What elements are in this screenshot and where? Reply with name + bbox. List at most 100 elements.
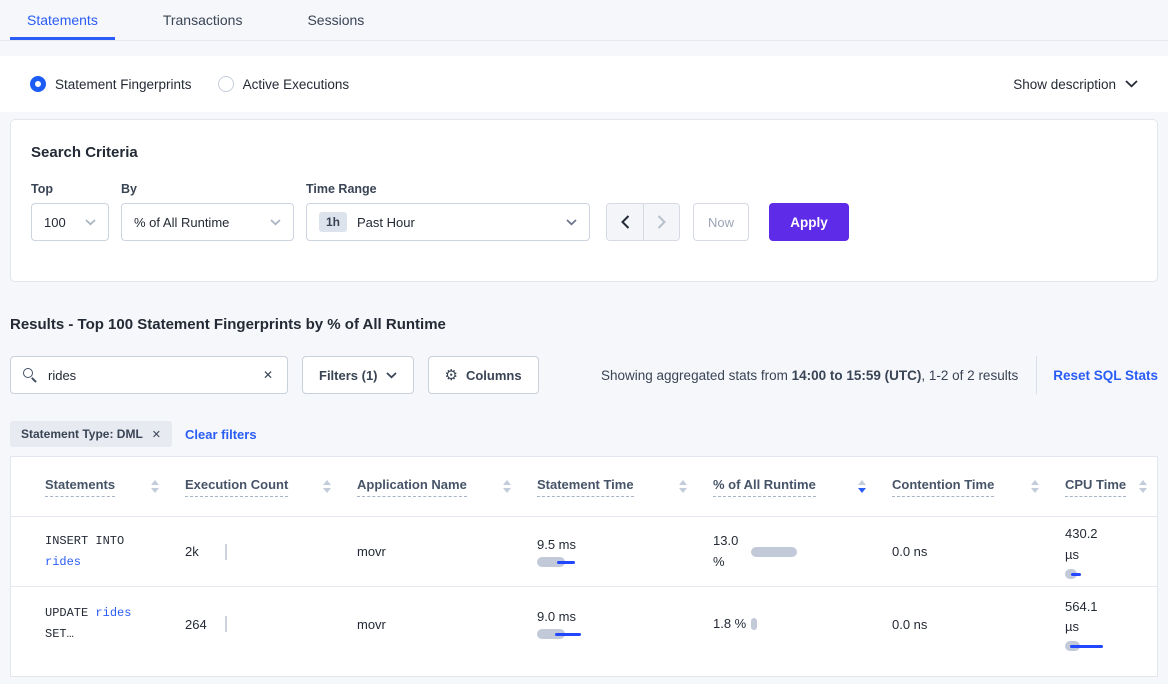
columns-button-label: Columns	[466, 368, 522, 383]
filters-button[interactable]: Filters (1)	[302, 356, 414, 394]
column-header-contention-time[interactable]: Contention Time	[892, 477, 1065, 497]
chevron-left-icon	[621, 215, 630, 229]
column-header-application-name[interactable]: Application Name	[357, 477, 537, 497]
execution-count-bar	[225, 544, 227, 560]
clear-search-icon[interactable]: ✕	[261, 366, 275, 384]
sql-activity-tabbar: Statements Transactions Sessions	[0, 0, 1168, 41]
results-toolbar: ✕ Filters (1) ⚙ Columns Showing aggregat…	[10, 356, 1158, 394]
radio-statement-fingerprints[interactable]: Statement Fingerprints	[30, 76, 192, 92]
pct-runtime-bar	[751, 618, 757, 630]
clear-filters-link[interactable]: Clear filters	[185, 427, 257, 442]
search-criteria-card: Search Criteria Top 100 By % of All Runt…	[10, 119, 1158, 282]
previous-time-button[interactable]	[607, 204, 643, 240]
stats-time-range: 14:00 to 15:59 (UTC)	[792, 368, 922, 383]
chevron-down-icon	[270, 219, 281, 226]
search-input[interactable]	[48, 368, 261, 383]
statement-time-bar	[537, 557, 587, 567]
show-description-label: Show description	[1013, 77, 1116, 92]
statement-search-box[interactable]: ✕	[10, 356, 288, 394]
toolbar-divider	[1036, 356, 1037, 394]
remove-filter-icon[interactable]: ✕	[152, 428, 161, 441]
radio-statement-fingerprints-label: Statement Fingerprints	[55, 77, 192, 92]
radio-selected-icon[interactable]	[30, 76, 46, 92]
reset-sql-stats-link[interactable]: Reset SQL Stats	[1053, 368, 1158, 383]
time-nav-group	[606, 203, 680, 241]
by-label: By	[121, 182, 294, 196]
contention-time-cell: 0.0 ns	[892, 544, 1065, 559]
tab-transactions[interactable]: Transactions	[146, 12, 260, 40]
chevron-right-icon	[657, 215, 666, 229]
time-range-select[interactable]: 1h Past Hour	[306, 203, 590, 241]
statement-fingerprint-cell[interactable]: INSERT INTO rides	[45, 531, 145, 573]
sort-icon[interactable]	[1139, 480, 1147, 493]
active-filters-row: Statement Type: DML ✕ Clear filters	[10, 421, 1158, 447]
results-heading: Results - Top 100 Statement Fingerprints…	[10, 316, 1158, 333]
table-header-row: Statements Execution Count Application N…	[11, 457, 1157, 517]
now-button[interactable]: Now	[693, 203, 749, 241]
execution-count-bar	[225, 616, 227, 632]
radio-active-executions-label: Active Executions	[243, 77, 350, 92]
aggregated-stats-note: Showing aggregated stats from 14:00 to 1…	[601, 368, 1018, 383]
time-range-label: Time Range	[306, 182, 590, 196]
statement-time-cell: 9.5 ms	[537, 537, 713, 567]
column-header-pct-all-runtime[interactable]: % of All Runtime	[713, 477, 892, 497]
by-select-value: % of All Runtime	[134, 215, 229, 230]
filter-chip-label: Statement Type: DML	[21, 427, 143, 441]
table-row[interactable]: INSERT INTO rides 2k movr 9.5 ms 13.0 % …	[11, 517, 1157, 586]
sort-icon[interactable]	[323, 480, 331, 493]
search-criteria-title: Search Criteria	[31, 144, 1137, 161]
tab-statements[interactable]: Statements	[10, 12, 115, 40]
statement-link[interactable]: rides	[95, 606, 131, 620]
gear-icon: ⚙	[445, 368, 458, 383]
cpu-time-bar	[1065, 641, 1105, 651]
chevron-down-icon	[566, 219, 577, 226]
search-icon	[23, 368, 38, 383]
statement-fingerprint-cell[interactable]: UPDATE rides SET…	[45, 603, 145, 645]
sort-icon[interactable]	[503, 480, 511, 493]
column-header-execution-count[interactable]: Execution Count	[185, 477, 357, 497]
sort-icon[interactable]	[1031, 480, 1039, 493]
apply-button[interactable]: Apply	[769, 203, 849, 241]
cpu-time-bar	[1065, 569, 1085, 579]
execution-count-cell: 2k	[185, 544, 357, 560]
column-header-cpu-time[interactable]: CPU Time	[1065, 477, 1157, 497]
statements-table: Statements Execution Count Application N…	[10, 456, 1158, 677]
application-name-cell: movr	[357, 544, 537, 559]
execution-count-cell: 264	[185, 616, 357, 632]
radio-unselected-icon[interactable]	[218, 76, 234, 92]
time-range-value: Past Hour	[357, 215, 415, 230]
top-label: Top	[31, 182, 109, 196]
time-range-field: Time Range 1h Past Hour	[306, 182, 590, 241]
contention-time-cell: 0.0 ns	[892, 617, 1065, 632]
statement-time-bar	[537, 629, 587, 639]
sort-icon[interactable]	[679, 480, 687, 493]
tab-sessions[interactable]: Sessions	[290, 12, 381, 40]
show-description-toggle[interactable]: Show description	[1013, 77, 1138, 92]
cpu-time-cell: 430.2 µs	[1065, 524, 1157, 578]
column-header-statement-time[interactable]: Statement Time	[537, 477, 713, 497]
statement-link[interactable]: rides	[45, 555, 81, 569]
sort-icon[interactable]	[151, 480, 159, 493]
statement-time-cell: 9.0 ms	[537, 609, 713, 639]
pct-runtime-cell: 1.8 %	[713, 614, 892, 635]
top-field: Top 100	[31, 182, 109, 241]
top-select-value: 100	[44, 215, 66, 230]
view-mode-bar: Statement Fingerprints Active Executions…	[0, 56, 1168, 112]
application-name-cell: movr	[357, 617, 537, 632]
chevron-down-icon	[1125, 80, 1138, 88]
filter-chip-statement-type[interactable]: Statement Type: DML ✕	[10, 421, 172, 447]
pct-runtime-bar	[751, 547, 797, 557]
filters-button-label: Filters (1)	[319, 368, 378, 383]
next-time-button[interactable]	[643, 204, 679, 240]
columns-button[interactable]: ⚙ Columns	[428, 356, 539, 394]
by-select[interactable]: % of All Runtime	[121, 203, 294, 241]
chevron-down-icon	[85, 219, 96, 226]
sort-icon-active-desc[interactable]	[858, 480, 866, 493]
radio-active-executions[interactable]: Active Executions	[218, 76, 350, 92]
pct-runtime-cell: 13.0 %	[713, 531, 892, 573]
time-range-badge: 1h	[319, 212, 347, 232]
table-row[interactable]: UPDATE rides SET… 264 movr 9.0 ms 1.8 % …	[11, 586, 1157, 661]
cpu-time-cell: 564.1 µs	[1065, 597, 1157, 651]
top-select[interactable]: 100	[31, 203, 109, 241]
column-header-statements[interactable]: Statements	[45, 477, 185, 497]
